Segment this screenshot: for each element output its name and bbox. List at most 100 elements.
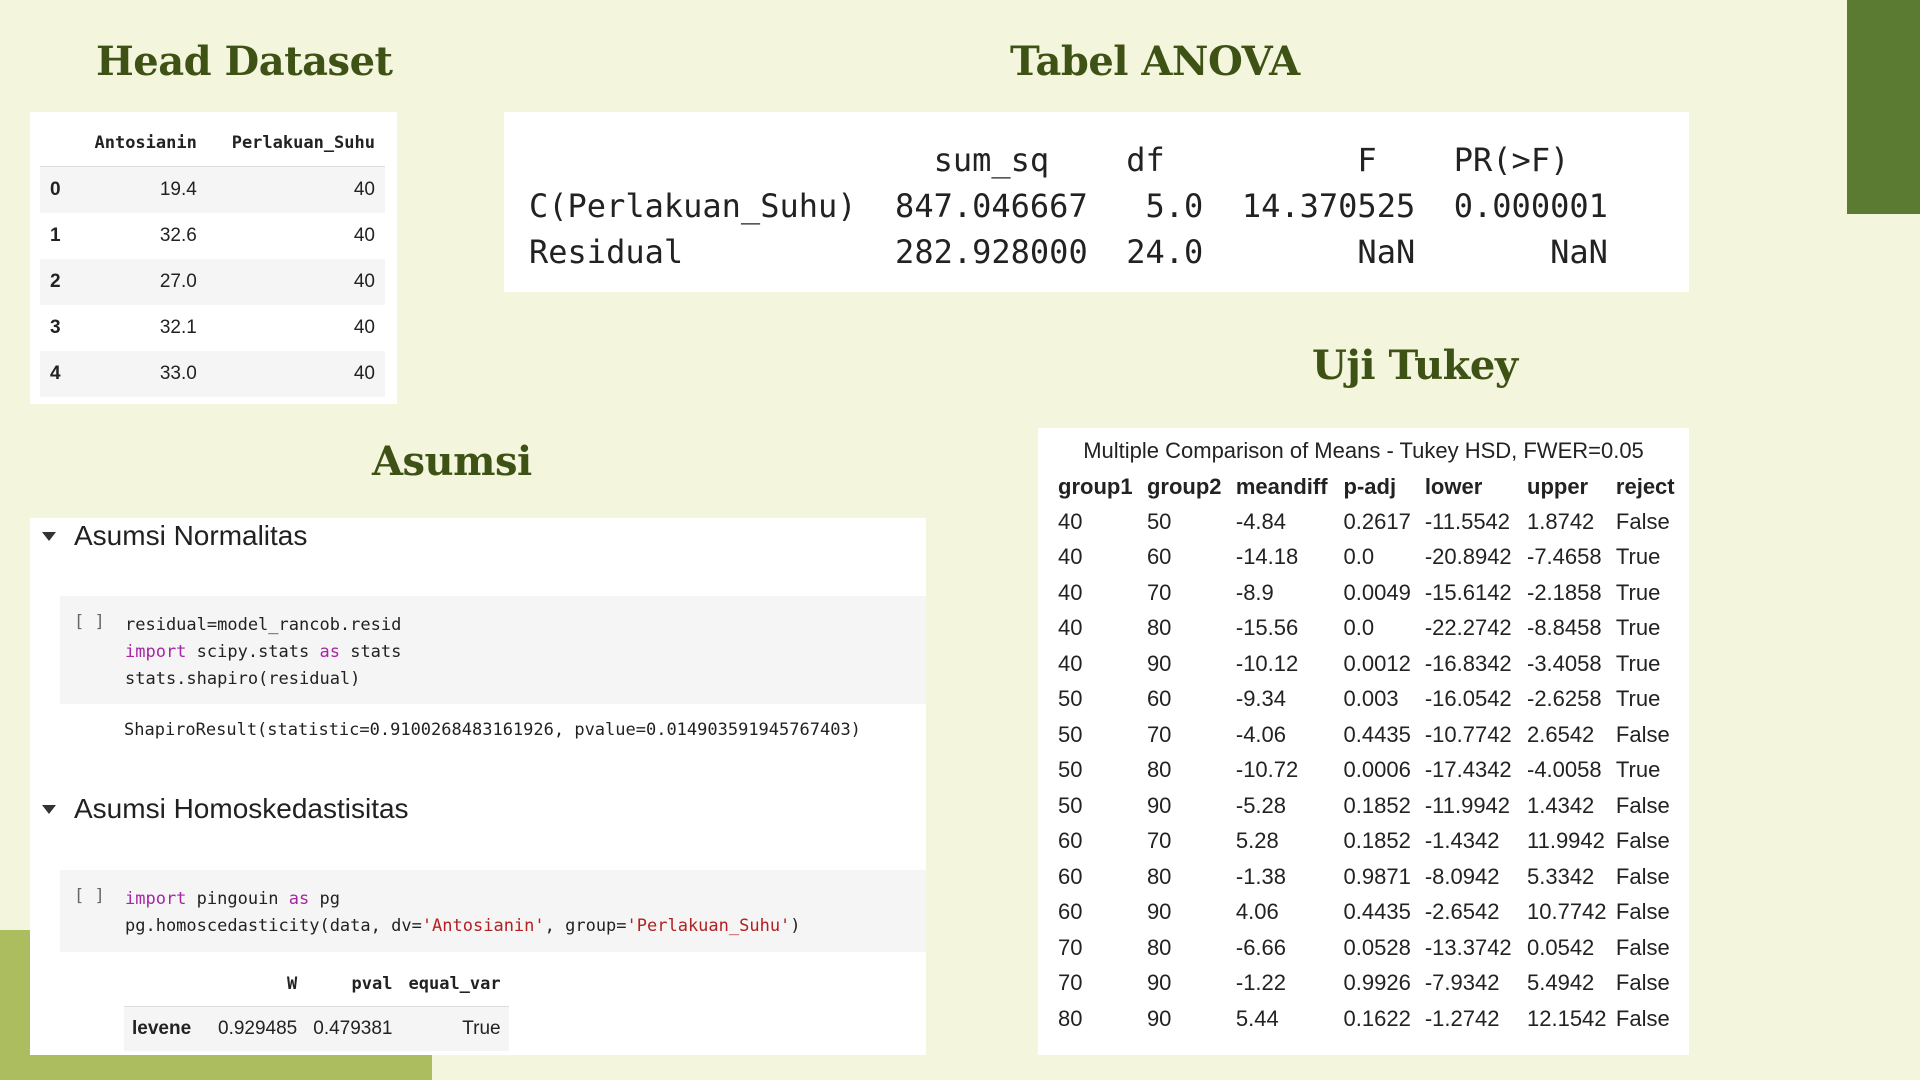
head-dataset-table: Antosianin Perlakuan_Suhu 0 19.4 40 1 32… xyxy=(40,120,385,397)
code-line: stats.shapiro(residual) xyxy=(125,669,361,689)
table-cell: -10.72 xyxy=(1235,757,1299,783)
table-cell: 0.4435 xyxy=(1343,899,1411,925)
table-cell: 60 xyxy=(1058,899,1083,925)
table-cell: 0.0542 xyxy=(1527,934,1595,960)
table-header-row: group1 group2 meandiff p-adj lower upper rejec… xyxy=(1058,470,1689,504)
anova-card: sum_sq df F PR(>F) C(Perlakuan_Suhu) 847… xyxy=(504,112,1689,292)
collapse-caret-icon[interactable] xyxy=(42,531,56,541)
table-row: 40 80 -15.56 0.0 -22.2742 -8.8458 True xyxy=(1058,611,1689,647)
table-cell: 10.7742 xyxy=(1527,899,1607,925)
code-text[interactable]: import pingouin as pg pg.homoscedasticit… xyxy=(125,886,801,940)
table-cell: -8.0942 xyxy=(1424,863,1500,889)
code-token: pg xyxy=(309,889,340,909)
table-cell: -20.8942 xyxy=(1424,544,1512,570)
table-row: 0 19.4 40 xyxy=(40,166,385,213)
table-cell: 0.9871 xyxy=(1343,863,1411,889)
run-cell-button[interactable]: [ ] xyxy=(74,612,105,632)
table-cell: 50 xyxy=(1146,508,1172,534)
table-cell: -10.12 xyxy=(1235,650,1299,676)
table-cell: -15.6142 xyxy=(1424,579,1512,605)
table-cell: 90 xyxy=(1146,792,1172,818)
table-cell: 0.0 xyxy=(1343,544,1375,570)
string-token: 'Perlakuan_Suhu' xyxy=(626,916,791,936)
row-index: levene xyxy=(124,1006,210,1051)
table-cell: False xyxy=(1615,721,1670,747)
table-row: 50 70 -4.06 0.4435 -10.7742 2.6542 False xyxy=(1058,717,1689,753)
table-cell: -1.4342 xyxy=(1424,828,1500,854)
table-cell: 5.4942 xyxy=(1527,970,1595,996)
table-cell: 50 xyxy=(1058,792,1083,818)
table-cell: True xyxy=(1615,686,1661,712)
table-cell: -4.0058 xyxy=(1527,757,1602,783)
heading-asumsi: Asumsi xyxy=(372,438,532,485)
table-cell: 0.0 xyxy=(1343,615,1375,641)
table-cell: 0.0012 xyxy=(1343,650,1411,676)
table-header-row: W pval equal_var xyxy=(124,962,509,1007)
table-cell: 60 xyxy=(1146,544,1172,570)
column-header: meandiff xyxy=(1235,474,1328,499)
table-cell: -16.8342 xyxy=(1424,650,1512,676)
table-cell: 32.1 xyxy=(159,317,197,338)
collapse-caret-icon[interactable] xyxy=(42,804,56,814)
table-cell: -7.9342 xyxy=(1424,970,1500,996)
heading-tukey: Uji Tukey xyxy=(1312,342,1518,389)
run-cell-button[interactable]: [ ] xyxy=(74,886,105,906)
table-cell: -8.8458 xyxy=(1527,615,1602,641)
tukey-caption: Multiple Comparison of Means - Tukey HSD… xyxy=(1083,438,1644,463)
table-cell: False xyxy=(1615,508,1670,534)
table-row: 50 60 -9.34 0.003 -16.0542 -2.6258 True xyxy=(1058,682,1689,718)
table-row: levene 0.929485 0.479381 True xyxy=(124,1006,509,1051)
table-row: 60 80 -1.38 0.9871 -8.0942 5.3342 False xyxy=(1058,859,1689,895)
table-cell: -8.9 xyxy=(1235,579,1274,605)
table-cell: 40 xyxy=(353,317,375,338)
table-cell: 90 xyxy=(1146,899,1172,925)
column-header: lower xyxy=(1424,474,1483,499)
column-header xyxy=(124,962,210,1007)
table-cell: 0.929485 xyxy=(210,1006,306,1051)
table-cell: 1.8742 xyxy=(1527,508,1595,534)
table-cell: 60 xyxy=(1058,863,1083,889)
column-header: Antosianin xyxy=(73,120,207,167)
table-cell: -15.56 xyxy=(1235,615,1299,641)
column-header xyxy=(40,120,74,167)
table-cell: -4.06 xyxy=(1235,721,1287,747)
table-cell: 40 xyxy=(206,351,385,397)
column-header: p-adj xyxy=(1343,474,1397,499)
code-text[interactable]: residual=model_rancob.resid import scipy… xyxy=(125,612,401,693)
table-cell: -2.1858 xyxy=(1527,579,1602,605)
table-cell: 70 xyxy=(1058,970,1083,996)
column-header: Perlakuan_Suhu xyxy=(206,120,385,167)
asumsi-card: Asumsi Normalitas [ ] residual=model_ran… xyxy=(30,518,926,1055)
table-cell: 12.1542 xyxy=(1527,1005,1607,1031)
code-cell-normalitas[interactable]: [ ] residual=model_rancob.resid import s… xyxy=(60,596,926,704)
row-index: 4 xyxy=(40,351,74,397)
table-cell: 70 xyxy=(1058,934,1083,960)
tukey-card: Multiple Comparison of Means - Tukey HSD… xyxy=(1038,428,1689,1055)
keyword-token: import xyxy=(125,889,187,909)
section-title-homoskedastisitas: Asumsi Homoskedastisitas xyxy=(74,793,409,824)
table-cell: 40 xyxy=(1058,615,1083,641)
section-homoskedastisitas[interactable]: Asumsi Homoskedastisitas xyxy=(42,793,409,825)
table-cell: 0.003 xyxy=(1343,686,1399,712)
table-cell: -13.3742 xyxy=(1424,934,1512,960)
table-row: 2 27.0 40 xyxy=(40,259,385,305)
table-cell: True xyxy=(1615,544,1661,570)
section-normalitas[interactable]: Asumsi Normalitas xyxy=(42,520,307,552)
table-cell: False xyxy=(1615,899,1670,925)
table-cell: -14.18 xyxy=(1235,544,1299,570)
table-row: 80 90 5.44 0.1622 -1.2742 12.1542 False xyxy=(1058,1001,1689,1037)
table-cell: -11.9942 xyxy=(1424,792,1511,818)
table-cell: 90 xyxy=(1146,1005,1172,1031)
column-header: group2 xyxy=(1146,474,1222,499)
table-cell: 40 xyxy=(206,259,385,305)
table-row: 70 80 -6.66 0.0528 -13.3742 0.0542 False xyxy=(1058,930,1689,966)
table-cell: -2.6542 xyxy=(1424,899,1500,925)
table-cell: 90 xyxy=(1146,970,1172,996)
table-row: 60 90 4.06 0.4435 -2.6542 10.7742 False xyxy=(1058,895,1689,931)
table-row: 1 32.6 40 xyxy=(40,213,385,259)
keyword-token: as xyxy=(319,642,340,662)
code-cell-homoskedastisitas[interactable]: [ ] import pingouin as pg pg.homoscedast… xyxy=(60,870,926,952)
table-cell: 60 xyxy=(1058,828,1083,854)
table-cell: -10.7742 xyxy=(1424,721,1512,747)
code-token: pingouin xyxy=(186,889,289,909)
